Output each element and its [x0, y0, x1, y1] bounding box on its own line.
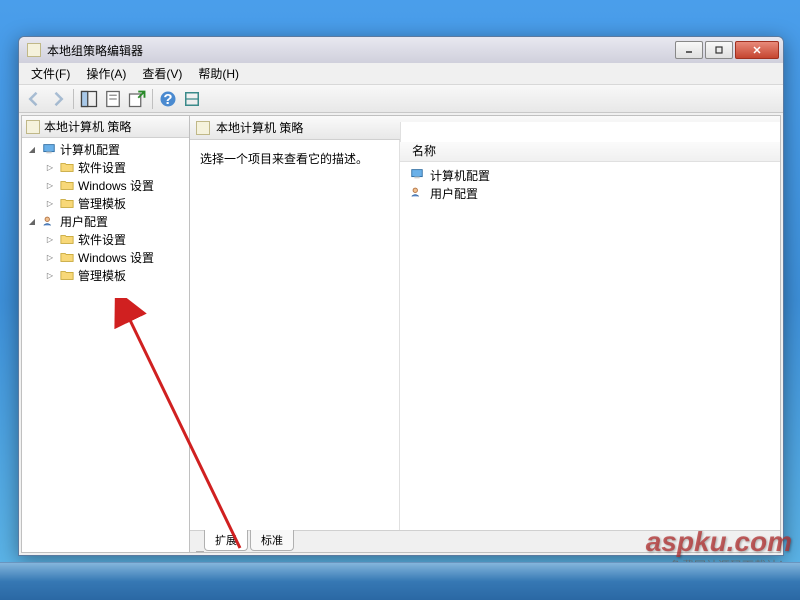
folder-icon — [59, 196, 75, 210]
folder-icon — [59, 268, 75, 282]
tree-label: 计算机配置 — [60, 141, 120, 158]
tree-node-windows-settings[interactable]: ▷ Windows 设置 — [22, 176, 189, 194]
tree-label: 用户配置 — [60, 213, 108, 230]
tree-header: 本地计算机 策略 — [22, 116, 189, 138]
window-controls — [675, 41, 779, 59]
filter-button[interactable] — [181, 88, 203, 110]
tree-node-software-settings[interactable]: ▷ 软件设置 — [22, 158, 189, 176]
list-item-computer-config[interactable]: 计算机配置 — [400, 166, 780, 184]
collapse-icon[interactable]: ◢ — [26, 215, 38, 227]
tree-body[interactable]: ◢ 计算机配置 ▷ 软件设置 ▷ Windows 设置 ▷ 管理 — [22, 138, 189, 552]
tree-label: 软件设置 — [78, 231, 126, 248]
tree-node-admin-templates[interactable]: ▷ 管理模板 — [22, 194, 189, 212]
minimize-button[interactable] — [675, 41, 703, 59]
svg-text:?: ? — [163, 91, 172, 108]
tree-label: 软件设置 — [78, 159, 126, 176]
column-header[interactable]: 名称 — [400, 140, 780, 162]
expand-icon[interactable]: ▷ — [44, 161, 56, 173]
menu-file[interactable]: 文件(F) — [23, 63, 78, 84]
main-panel: 本地计算机 策略 选择一个项目来查看它的描述。 名称 计算机配置 — [190, 116, 780, 552]
tree-node-user-config[interactable]: ◢ 用户配置 — [22, 212, 189, 230]
list-item-label: 计算机配置 — [430, 167, 490, 184]
titlebar[interactable]: 本地组策略编辑器 — [19, 37, 783, 63]
computer-icon — [41, 142, 57, 156]
menubar: 文件(F) 操作(A) 查看(V) 帮助(H) — [19, 63, 783, 85]
main-content: 选择一个项目来查看它的描述。 名称 计算机配置 用户配置 — [190, 140, 780, 530]
document-icon — [196, 121, 210, 135]
content-area: 本地计算机 策略 ◢ 计算机配置 ▷ 软件设置 ▷ Windows 设置 — [21, 115, 781, 553]
taskbar[interactable] — [0, 562, 800, 600]
forward-button[interactable] — [47, 88, 69, 110]
user-icon — [410, 186, 426, 200]
export-button[interactable] — [126, 88, 148, 110]
menu-help[interactable]: 帮助(H) — [190, 63, 247, 84]
list-item-label: 用户配置 — [430, 185, 478, 202]
list-pane: 名称 计算机配置 用户配置 — [400, 140, 780, 530]
window-title: 本地组策略编辑器 — [47, 42, 675, 59]
app-icon — [27, 43, 41, 57]
properties-button[interactable] — [102, 88, 124, 110]
tree-node-user-admin-templates[interactable]: ▷ 管理模板 — [22, 266, 189, 284]
tree-label: Windows 设置 — [78, 249, 154, 266]
watermark: aspku.com — [646, 526, 792, 558]
folder-icon — [59, 250, 75, 264]
close-button[interactable] — [735, 41, 779, 59]
list-body: 计算机配置 用户配置 — [400, 162, 780, 206]
column-name-label: 名称 — [412, 142, 436, 159]
help-button[interactable]: ? — [157, 88, 179, 110]
tab-extended[interactable]: 扩展 — [204, 530, 248, 551]
tab-connector — [196, 540, 204, 552]
tab-notch — [400, 122, 780, 142]
description-pane: 选择一个项目来查看它的描述。 — [190, 140, 400, 530]
menu-view[interactable]: 查看(V) — [134, 63, 190, 84]
expand-icon[interactable]: ▷ — [44, 233, 56, 245]
main-title: 本地计算机 策略 — [216, 119, 303, 136]
collapse-icon[interactable]: ◢ — [26, 143, 38, 155]
tree-panel: 本地计算机 策略 ◢ 计算机配置 ▷ 软件设置 ▷ Windows 设置 — [22, 116, 190, 552]
expand-icon[interactable]: ▷ — [44, 269, 56, 281]
expand-icon[interactable]: ▷ — [44, 251, 56, 263]
list-item-user-config[interactable]: 用户配置 — [400, 184, 780, 202]
toolbar-separator — [152, 89, 153, 109]
toolbar: ? — [19, 85, 783, 113]
tab-standard[interactable]: 标准 — [250, 530, 294, 551]
tree-label: 管理模板 — [78, 267, 126, 284]
app-window: 本地组策略编辑器 文件(F) 操作(A) 查看(V) 帮助(H) ? 本地计算机… — [18, 36, 784, 556]
expand-icon[interactable]: ▷ — [44, 197, 56, 209]
folder-icon — [59, 232, 75, 246]
folder-icon — [59, 178, 75, 192]
show-hide-tree-button[interactable] — [78, 88, 100, 110]
user-icon — [41, 214, 57, 228]
tree-node-user-software-settings[interactable]: ▷ 软件设置 — [22, 230, 189, 248]
computer-icon — [410, 168, 426, 182]
toolbar-separator — [73, 89, 74, 109]
folder-icon — [59, 160, 75, 174]
tree-label: 管理模板 — [78, 195, 126, 212]
back-button[interactable] — [23, 88, 45, 110]
maximize-button[interactable] — [705, 41, 733, 59]
tree-node-user-windows-settings[interactable]: ▷ Windows 设置 — [22, 248, 189, 266]
tree-label: Windows 设置 — [78, 177, 154, 194]
menu-action[interactable]: 操作(A) — [78, 63, 134, 84]
tree-node-computer-config[interactable]: ◢ 计算机配置 — [22, 140, 189, 158]
document-icon — [26, 120, 40, 134]
tree-root-label: 本地计算机 策略 — [44, 118, 131, 135]
description-text: 选择一个项目来查看它的描述。 — [200, 152, 368, 166]
expand-icon[interactable]: ▷ — [44, 179, 56, 191]
